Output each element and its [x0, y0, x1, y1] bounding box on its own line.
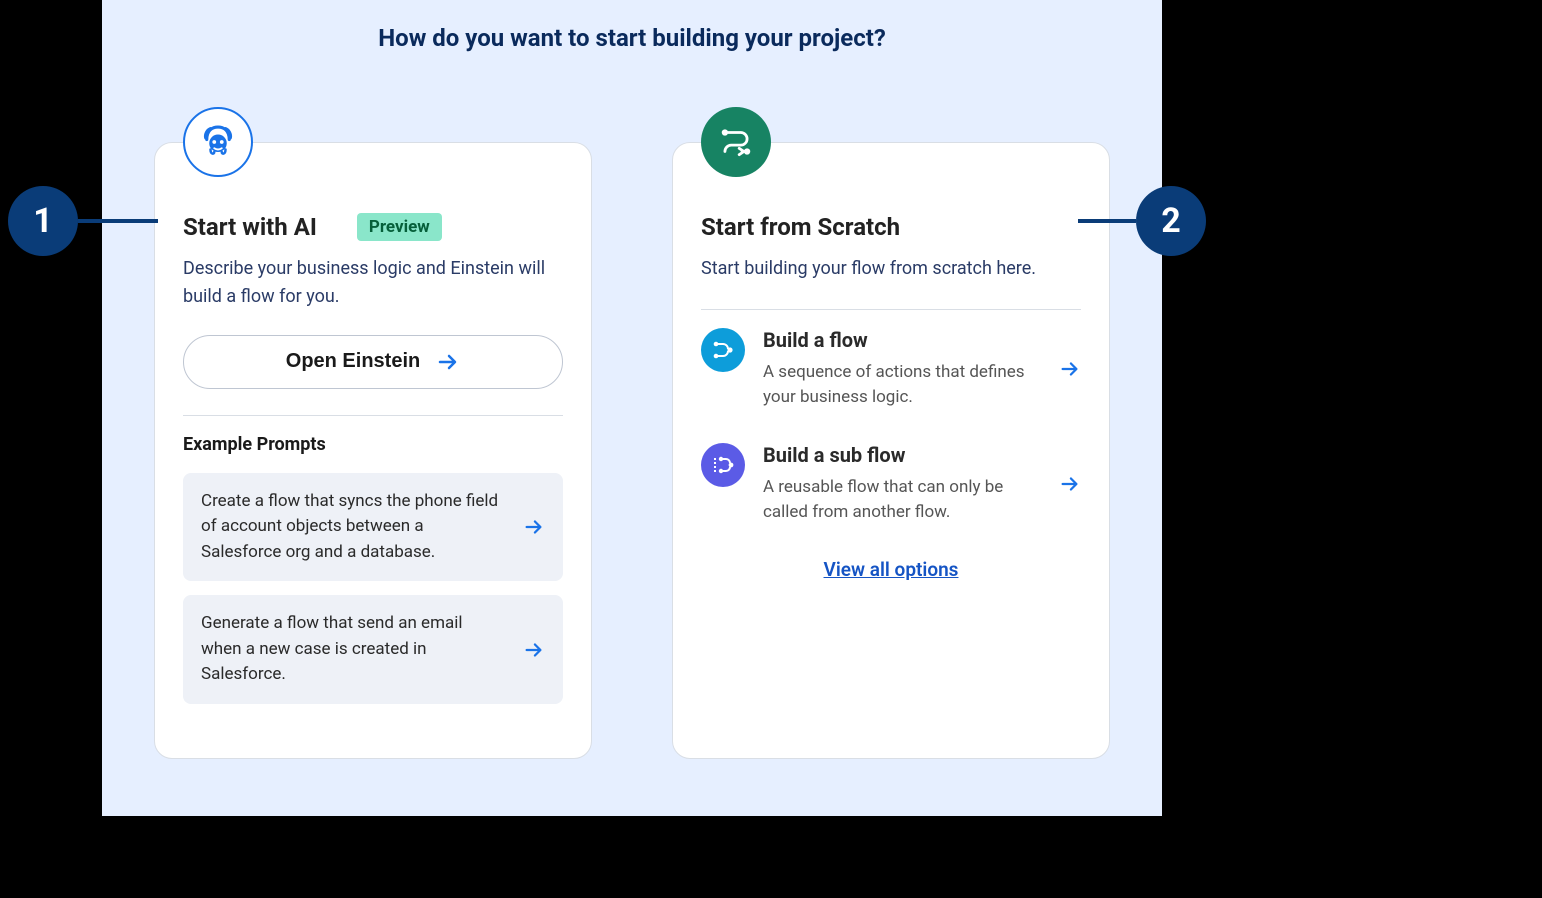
- view-all-options-link[interactable]: View all options: [701, 558, 1081, 581]
- annotation-number-1: 1: [8, 186, 78, 256]
- ai-card-title: Start with AI: [183, 213, 317, 241]
- annotation-number-2: 2: [1136, 186, 1206, 256]
- page-title: How do you want to start building your p…: [142, 24, 1122, 52]
- build-subflow-option[interactable]: Build a sub flow A reusable flow that ca…: [701, 443, 1081, 526]
- scratch-card-title: Start from Scratch: [701, 213, 900, 241]
- start-from-scratch-card: Start from Scratch Start building your f…: [672, 142, 1110, 759]
- example-prompt-item[interactable]: Create a flow that syncs the phone field…: [183, 473, 563, 582]
- example-prompt-item[interactable]: Generate a flow that send an email when …: [183, 595, 563, 704]
- path-icon: [701, 107, 771, 177]
- arrow-right-icon: [1059, 473, 1081, 495]
- start-with-ai-card: Start with AI Preview Describe your busi…: [154, 142, 592, 759]
- option-body: Build a sub flow A reusable flow that ca…: [763, 443, 1041, 526]
- arrow-right-icon: [523, 639, 545, 661]
- ai-card-description: Describe your business logic and Einstei…: [183, 255, 563, 311]
- option-body: Build a flow A sequence of actions that …: [763, 328, 1041, 411]
- subflow-icon: [701, 443, 745, 487]
- annotation-line-2: [1078, 219, 1136, 223]
- project-start-panel: How do you want to start building your p…: [102, 0, 1162, 816]
- divider: [701, 309, 1081, 310]
- flow-icon: [701, 328, 745, 372]
- example-prompt-text: Generate a flow that send an email when …: [201, 611, 505, 688]
- option-title: Build a flow: [763, 328, 1041, 352]
- ai-card-header: Start with AI Preview: [183, 213, 563, 241]
- annotation-callout-2: 2: [1078, 186, 1206, 256]
- arrow-right-icon: [523, 516, 545, 538]
- example-prompt-text: Create a flow that syncs the phone field…: [201, 489, 505, 566]
- cards-row: Start with AI Preview Describe your busi…: [142, 142, 1122, 759]
- scratch-card-description: Start building your flow from scratch he…: [701, 255, 1081, 283]
- open-einstein-label: Open Einstein: [286, 350, 420, 373]
- annotation-callout-1: 1: [8, 186, 158, 256]
- arrow-right-icon: [436, 350, 460, 374]
- option-title: Build a sub flow: [763, 443, 1041, 467]
- einstein-icon: [183, 107, 253, 177]
- preview-badge: Preview: [357, 213, 442, 241]
- divider: [183, 415, 563, 416]
- annotation-line-1: [78, 219, 158, 223]
- scratch-card-header: Start from Scratch: [701, 213, 1081, 241]
- option-description: A sequence of actions that defines your …: [763, 360, 1041, 411]
- arrow-right-icon: [1059, 358, 1081, 380]
- build-flow-option[interactable]: Build a flow A sequence of actions that …: [701, 328, 1081, 411]
- option-description: A reusable flow that can only be called …: [763, 475, 1041, 526]
- open-einstein-button[interactable]: Open Einstein: [183, 335, 563, 389]
- example-prompts-header: Example Prompts: [183, 434, 563, 455]
